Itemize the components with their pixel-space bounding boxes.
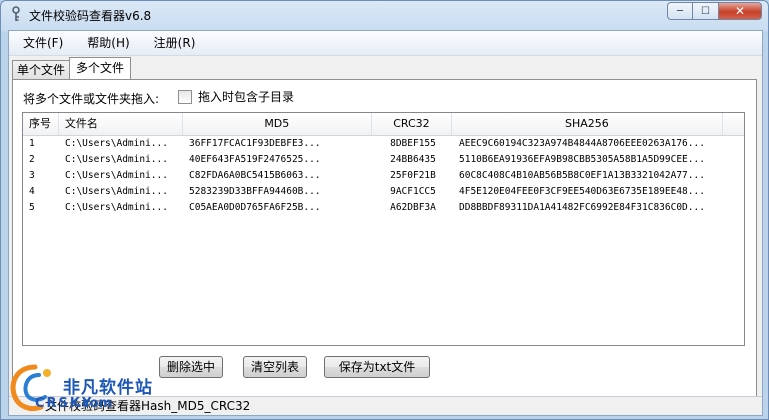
- cell-md5: C82FDA6A0BC5415B6063...: [189, 170, 321, 181]
- title-bar[interactable]: 文件校验码查看器v6.8 ─ ☐ ✕: [1, 1, 768, 28]
- cell-crc32: 8DBEF155: [390, 138, 436, 149]
- cell-filename: C:\Users\Admini...: [65, 202, 168, 213]
- file-hash-list[interactable]: 序号 文件名 MD5 CRC32 SHA256 1 C:\Users\Admin…: [22, 112, 745, 346]
- cell-md5: C05AEA0D0D765FA6F25B...: [189, 202, 321, 213]
- cell-index: 1: [29, 138, 35, 149]
- cell-md5: 5283239D33BFFA94460B...: [189, 186, 321, 197]
- column-header-crc32[interactable]: CRC32: [372, 113, 452, 135]
- cell-md5: 36FF17FCAC1F93DEBFE3...: [189, 138, 321, 149]
- cell-index: 4: [29, 186, 35, 197]
- status-text: 文件校验码查看器Hash_MD5_CRC32: [45, 399, 251, 413]
- client-area: 文件(F) 帮助(H) 注册(R) 单个文件 多个文件 将多个文件或文件夹拖入:…: [8, 30, 763, 416]
- column-header-filename[interactable]: 文件名: [59, 113, 183, 135]
- cell-filename: C:\Users\Admini...: [65, 186, 168, 197]
- cell-crc32: 25F0F21B: [390, 170, 436, 181]
- include-subdirs-option[interactable]: 拖入时包含子目录: [178, 88, 294, 105]
- menu-help[interactable]: 帮助(H): [73, 31, 139, 55]
- tab-panel-multiple-files: 将多个文件或文件夹拖入: 拖入时包含子目录 序号 文件名 MD5 CRC32 S…: [12, 79, 757, 409]
- table-row[interactable]: 4 C:\Users\Admini... 5283239D33BFFA94460…: [23, 184, 744, 200]
- include-subdirs-label: 拖入时包含子目录: [198, 90, 295, 104]
- table-row[interactable]: 1 C:\Users\Admini... 36FF17FCAC1F93DEBFE…: [23, 136, 744, 152]
- cell-crc32: A62DBF3A: [390, 202, 436, 213]
- table-row[interactable]: 2 C:\Users\Admini... 40EF643FA519F247652…: [23, 152, 744, 168]
- close-button[interactable]: ✕: [719, 2, 762, 20]
- minimize-button[interactable]: ─: [667, 2, 693, 20]
- action-buttons: 删除选中 清空列表 保存为txt文件: [13, 356, 756, 382]
- tab-single-file[interactable]: 单个文件: [12, 60, 71, 79]
- menu-file[interactable]: 文件(F): [9, 31, 73, 55]
- cell-filename: C:\Users\Admini...: [65, 138, 168, 149]
- drop-instruction-label: 将多个文件或文件夹拖入:: [23, 92, 160, 106]
- table-row[interactable]: 5 C:\Users\Admini... C05AEA0D0D765FA6F25…: [23, 200, 744, 216]
- tab-multiple-files[interactable]: 多个文件: [69, 57, 132, 79]
- cell-index: 2: [29, 154, 35, 165]
- column-header-filler: [723, 113, 744, 135]
- menu-bar: 文件(F) 帮助(H) 注册(R): [9, 31, 762, 56]
- close-icon: ✕: [734, 4, 746, 18]
- cell-sha256: 4F5E120E04FEE0F3CF9EE540D63E6735E189EE48…: [459, 186, 705, 197]
- cell-filename: C:\Users\Admini...: [65, 154, 168, 165]
- tab-strip: 单个文件 多个文件: [12, 57, 132, 79]
- column-header-sha256[interactable]: SHA256: [452, 113, 724, 135]
- cell-md5: 40EF643FA519F2476525...: [189, 154, 321, 165]
- column-header-md5[interactable]: MD5: [183, 113, 373, 135]
- save-as-txt-button[interactable]: 保存为txt文件: [324, 356, 430, 378]
- cell-sha256: 60C8C408C4B10AB56B5B8C0EF1A13B3321042A77…: [459, 170, 705, 181]
- cell-index: 3: [29, 170, 35, 181]
- include-subdirs-checkbox[interactable]: [178, 89, 192, 104]
- cell-sha256: 5110B6EA91936EFA9B98CBB5305A58B1A5D99CEE…: [459, 154, 705, 165]
- delete-selected-button[interactable]: 删除选中: [159, 356, 223, 378]
- table-row[interactable]: 3 C:\Users\Admini... C82FDA6A0BC5415B606…: [23, 168, 744, 184]
- window-title: 文件校验码查看器v6.8: [29, 9, 152, 23]
- status-bar: 文件校验码查看器Hash_MD5_CRC32: [9, 396, 762, 415]
- list-header: 序号 文件名 MD5 CRC32 SHA256: [23, 113, 744, 136]
- window-controls: ─ ☐ ✕: [667, 2, 762, 20]
- app-window: 文件校验码查看器v6.8 ─ ☐ ✕ 文件(F) 帮助(H) 注册(R) 单个文…: [0, 0, 769, 420]
- maximize-button[interactable]: ☐: [693, 2, 719, 20]
- minimize-icon: ─: [676, 5, 684, 17]
- column-header-index[interactable]: 序号: [23, 113, 59, 135]
- key-icon: [12, 6, 20, 21]
- cell-filename: C:\Users\Admini...: [65, 170, 168, 181]
- cell-index: 5: [29, 202, 35, 213]
- cell-crc32: 24BB6435: [390, 154, 436, 165]
- clear-list-button[interactable]: 清空列表: [243, 356, 307, 378]
- cell-sha256: DD8BBDF89311DA1A41482FC6992E84F31C836C0D…: [459, 202, 705, 213]
- cell-crc32: 9ACF1CC5: [390, 186, 436, 197]
- maximize-icon: ☐: [701, 5, 710, 17]
- cell-sha256: AEEC9C60194C323A974B4844A8706EEE0263A176…: [459, 138, 705, 149]
- menu-register[interactable]: 注册(R): [140, 31, 206, 55]
